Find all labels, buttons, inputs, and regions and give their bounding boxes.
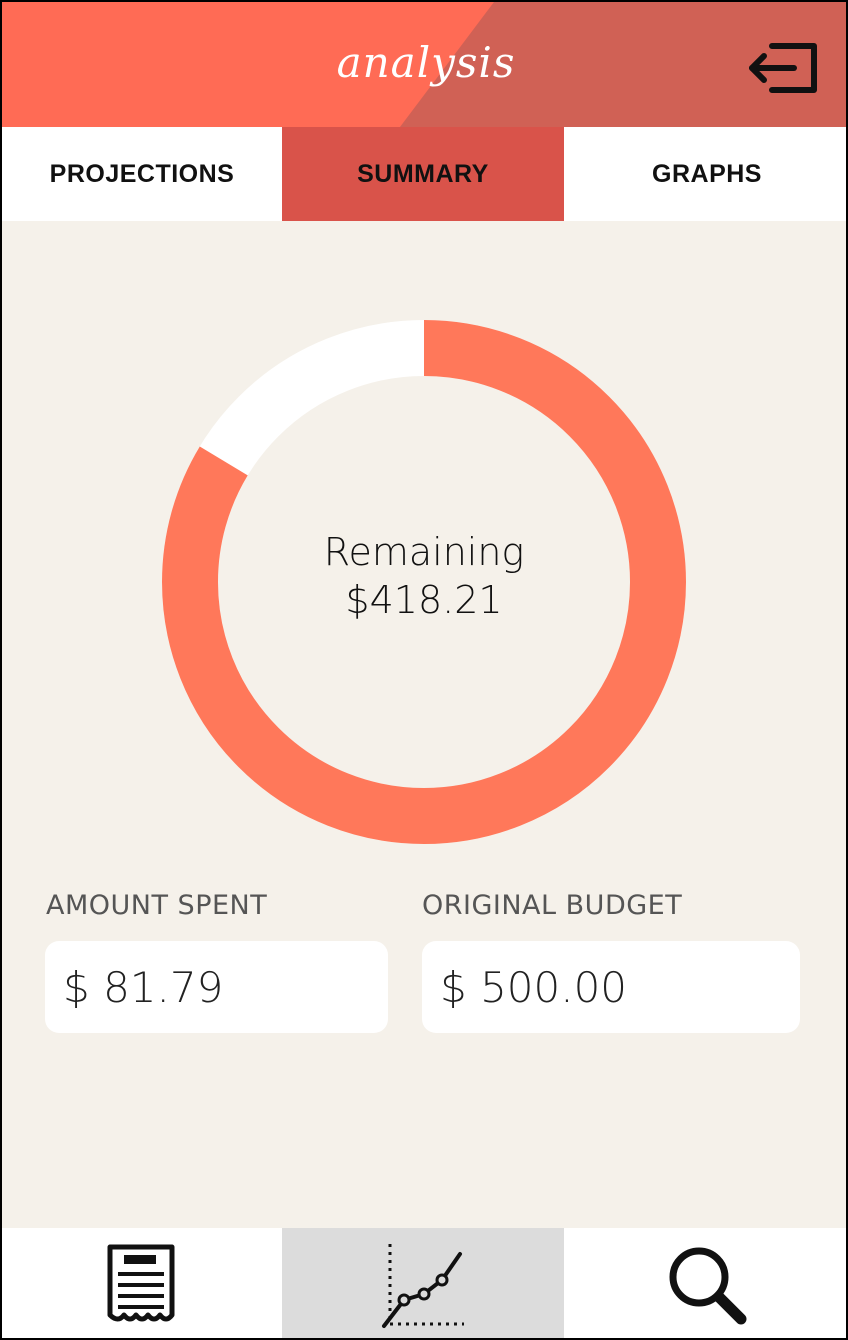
app-screen: analysis PROJECTIONS SUMMARY GRAPHS Rema… xyxy=(0,0,848,1340)
remaining-label: Remaining xyxy=(323,530,525,574)
receipt-icon xyxy=(107,1244,175,1322)
tab-summary[interactable]: SUMMARY xyxy=(282,127,564,221)
original-budget-field[interactable]: $ 500.00 xyxy=(422,941,800,1033)
app-header: analysis xyxy=(2,2,846,127)
remaining-donut: Remaining $418.21 xyxy=(162,320,686,844)
remaining-value: $418.21 xyxy=(345,578,503,622)
tab-bar: PROJECTIONS SUMMARY GRAPHS xyxy=(2,127,846,221)
donut-center: Remaining $418.21 xyxy=(162,320,686,844)
search-icon xyxy=(669,1247,747,1325)
nav-analysis[interactable] xyxy=(282,1228,564,1338)
nav-search[interactable] xyxy=(564,1228,846,1338)
nav-receipts[interactable] xyxy=(2,1228,282,1338)
amount-spent-field[interactable]: $ 81.79 xyxy=(45,941,388,1033)
tab-graphs[interactable]: GRAPHS xyxy=(564,127,846,221)
bottom-nav xyxy=(2,1228,846,1338)
logout-arrow-icon xyxy=(749,43,817,93)
line-graph-icon xyxy=(382,1244,464,1328)
tab-projections[interactable]: PROJECTIONS xyxy=(2,127,282,221)
amount-spent-label: AMOUNT SPENT xyxy=(46,890,268,921)
app-title: analysis xyxy=(336,38,516,87)
logout-button[interactable] xyxy=(744,40,822,96)
original-budget-label: ORIGINAL BUDGET xyxy=(422,890,683,921)
